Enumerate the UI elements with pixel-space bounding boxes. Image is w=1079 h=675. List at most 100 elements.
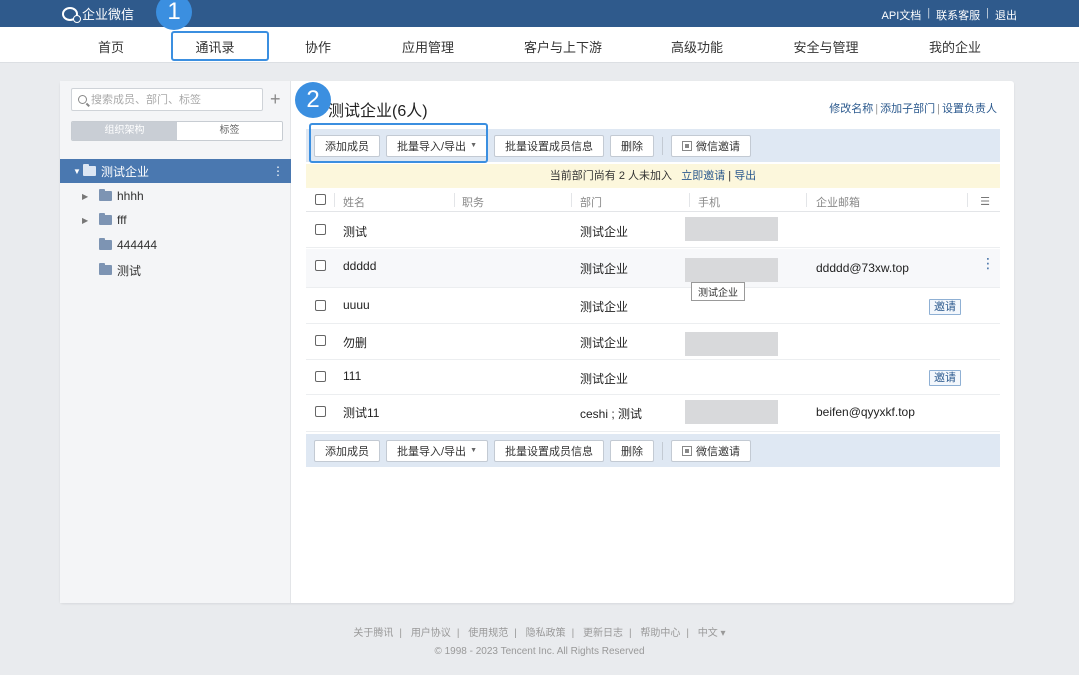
logo-text: 企业微信 [82,7,135,22]
step-badge-2: 2 [295,82,331,118]
tree-item-root[interactable]: ▼ 测试企业 ⋮ [60,159,291,183]
tree-item-label: 444444 [117,238,158,252]
chevron-down-icon[interactable]: ▼ [73,167,83,176]
row-checkbox[interactable] [315,335,326,346]
nav-my-enterprise[interactable]: 我的企业 [929,37,981,56]
batch-set-info-button[interactable]: 批量设置成员信息 [494,439,604,462]
table-header: 姓名 职务 部门 手机 企业邮箱 ☰ [306,189,1000,212]
invite-button[interactable]: 邀请 [929,370,961,386]
main-panel: + 组织架构 标签 ▼ 测试企业 ⋮ ▶ hhhh ▶ fff 444444 [60,81,1014,603]
tree-item-444444[interactable]: 444444 [60,233,291,257]
footer-link-changelog[interactable]: 更新日志 [583,628,623,639]
member-department: 测试企业 [580,300,629,314]
nav-security[interactable]: 安全与管理 [793,37,858,56]
footer-link-agreement[interactable]: 用户协议 [411,628,451,639]
table-row[interactable]: 测试 测试企业 [306,213,1000,248]
nav-advanced[interactable]: 高级功能 [671,37,723,56]
copyright: © 1998 - 2023 Tencent Inc. All Rights Re… [434,646,645,657]
nav-home[interactable]: 首页 [98,37,124,56]
tree-item-label: 测试 [117,263,142,278]
add-icon[interactable]: + [270,89,281,110]
row-checkbox[interactable] [315,224,326,235]
notice-text: 当前部门尚有 2 人未加入 [549,170,673,182]
divider: | [986,7,989,19]
row-checkbox[interactable] [315,371,326,382]
member-department: 测试企业 [580,225,629,239]
tree-item-test[interactable]: 测试 [60,258,291,282]
member-name: 勿删 [343,336,368,350]
button-label: 批量导入/导出 [397,445,467,458]
footer-link-privacy[interactable]: 隐私政策 [526,628,566,639]
nav-collaboration[interactable]: 协作 [305,37,331,56]
logo[interactable]: 企业微信 [62,4,134,23]
tab-org-structure[interactable]: 组织架构 [72,122,177,140]
bottom-toolbar: 添加成员 批量导入/导出 ▼ 批量设置成员信息 删除 微信邀请 [306,434,1000,467]
chevron-right-icon[interactable]: ▶ [82,192,92,201]
invite-button[interactable]: 邀请 [929,299,961,315]
footer-link-rules[interactable]: 使用规范 [468,628,508,639]
api-docs-link[interactable]: API文档 [882,7,922,23]
divider [662,136,663,155]
column-phone: 手机 [698,197,720,209]
batch-set-info-button[interactable]: 批量设置成员信息 [494,134,604,157]
add-member-button[interactable]: 添加成员 [314,439,380,462]
set-manager-link[interactable]: 设置负责人 [942,103,997,115]
search-icon [78,95,87,104]
footer: 关于腾讯 | 用户协议 | 使用规范 | 隐私政策 | 更新日志 | 帮助中心 | 中文 ▾… [0,624,1079,657]
logout-link[interactable]: 退出 [995,7,1017,23]
delete-button[interactable]: 删除 [610,439,654,462]
language-select[interactable]: 中文 ▾ [698,628,726,639]
batch-import-export-button[interactable]: 批量导入/导出 ▼ [386,439,488,462]
table-row[interactable]: uuuu 测试企业 邀请 [306,289,1000,324]
export-link[interactable]: 导出 [734,170,756,182]
row-checkbox[interactable] [315,300,326,311]
more-options-icon[interactable]: ⋮ [272,164,284,178]
tree-item-fff[interactable]: ▶ fff [60,208,291,232]
invite-now-link[interactable]: 立即邀请 [681,170,725,182]
row-checkbox[interactable] [315,406,326,417]
top-links: API文档 | 联系客服 | 退出 [882,7,1017,23]
contact-support-link[interactable]: 联系客服 [936,7,980,23]
member-department: 测试企业 [580,372,629,386]
folder-icon [83,164,96,176]
select-all-checkbox[interactable] [315,194,326,205]
tree-item-hhhh[interactable]: ▶ hhhh [60,184,291,208]
nav-customers[interactable]: 客户与上下游 [524,37,602,56]
add-subdepartment-link[interactable]: 添加子部门 [880,103,935,115]
tree-item-label: 测试企业 [101,164,150,179]
pending-notice: 当前部门尚有 2 人未加入 立即邀请 | 导出 [306,164,1000,188]
phone-redacted [685,400,778,424]
table-row[interactable]: 勿删 测试企业 [306,325,1000,360]
footer-link-about[interactable]: 关于腾讯 [353,628,393,639]
table-row[interactable]: 测试11 ceshi ; 测试 beifen@qyyxkf.top [306,396,1000,432]
wechat-invite-button[interactable]: 微信邀请 [671,439,751,462]
phone-redacted [685,332,778,356]
qr-code-icon [682,140,692,151]
divider: | [927,7,931,19]
table-row[interactable]: 111 测试企业 邀请 [306,361,1000,395]
highlight-box-contacts [171,31,269,61]
sidebar: + 组织架构 标签 ▼ 测试企业 ⋮ ▶ hhhh ▶ fff 444444 [60,81,291,603]
table-row[interactable]: ddddd 测试企业 ddddd@73xw.top ⋮ 测试企业 [306,249,1000,301]
row-more-icon[interactable]: ⋮ [981,256,995,270]
qr-code-icon [682,445,692,456]
search-input[interactable] [91,93,251,106]
button-label: 微信邀请 [696,140,740,153]
folder-icon [99,189,112,201]
dropdown-arrow-icon: ▼ [470,447,477,454]
column-settings-icon[interactable]: ☰ [980,195,990,208]
department-tooltip: 测试企业 [691,282,745,301]
footer-link-help[interactable]: 帮助中心 [640,628,680,639]
wechat-invite-button[interactable]: 微信邀请 [671,134,751,157]
chevron-right-icon[interactable]: ▶ [82,216,92,225]
tab-tags[interactable]: 标签 [177,122,282,140]
member-search[interactable] [71,88,263,111]
divider: | [728,170,732,182]
column-name: 姓名 [343,197,365,209]
nav-app-management[interactable]: 应用管理 [402,37,454,56]
delete-button[interactable]: 删除 [610,134,654,157]
rename-link[interactable]: 修改名称 [829,103,873,115]
wecom-logo-icon [62,6,81,23]
button-label: 微信邀请 [696,445,740,458]
row-checkbox[interactable] [315,260,326,271]
